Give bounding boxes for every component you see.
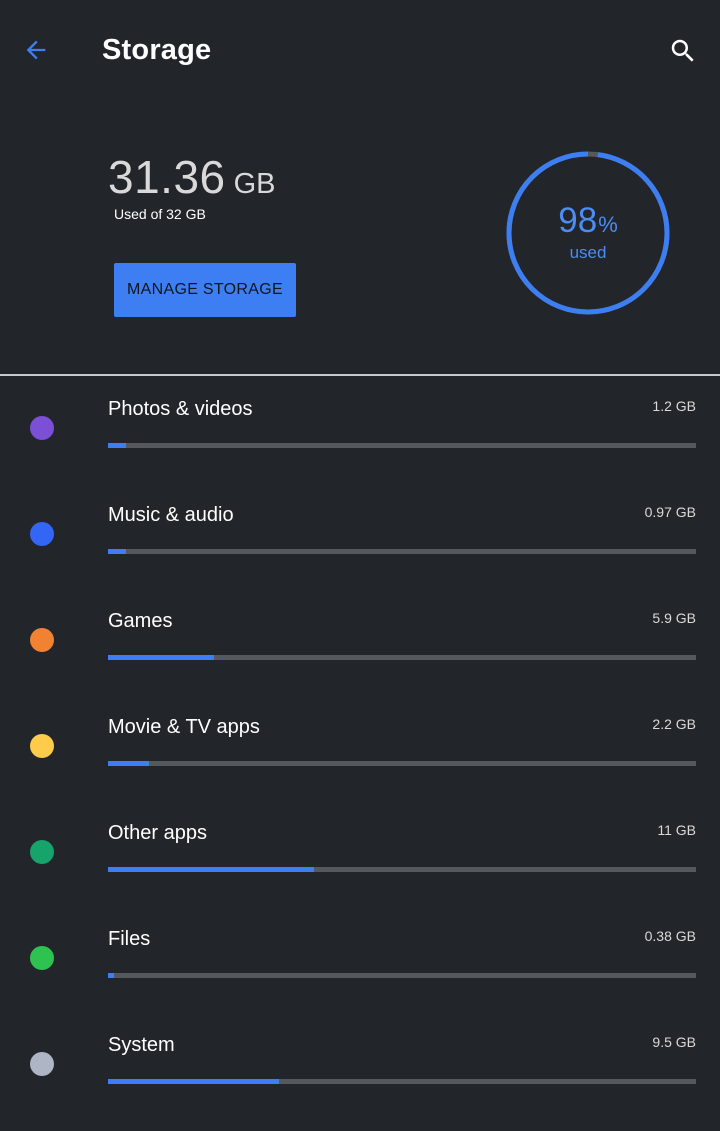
usage-percent: 98 %: [558, 201, 618, 241]
arrow-back-icon: [26, 40, 46, 60]
category-usage-bar: [108, 867, 696, 872]
category-color-dot: [30, 1052, 54, 1076]
category-usage-bar: [108, 549, 696, 554]
category-row[interactable]: System 9.5 GB: [0, 1012, 720, 1118]
category-label: Other apps: [108, 822, 207, 844]
usage-percent-sign: %: [598, 212, 618, 237]
category-usage-fill: [108, 867, 314, 872]
category-color-dot: [30, 628, 54, 652]
category-usage-bar: [108, 443, 696, 448]
usage-ring-label: 98 % used: [505, 150, 671, 316]
category-color-dot: [30, 416, 54, 440]
category-row[interactable]: Other apps 11 GB: [0, 800, 720, 906]
category-usage-fill: [108, 761, 150, 766]
category-label: Photos & videos: [108, 398, 253, 420]
top-app-bar: Storage: [0, 0, 720, 104]
used-amount-value: 31.36: [108, 151, 226, 203]
search-button[interactable]: [658, 26, 708, 76]
category-usage-fill: [108, 1079, 279, 1084]
back-button[interactable]: [12, 26, 60, 74]
category-usage-fill: [108, 549, 126, 554]
category-row[interactable]: Files 0.38 GB: [0, 906, 720, 1012]
usage-ring: 98 % used: [505, 150, 671, 316]
category-color-dot: [30, 946, 54, 970]
category-size: 0.38 GB: [644, 928, 696, 944]
category-size: 9.5 GB: [652, 1034, 696, 1050]
category-color-dot: [30, 734, 54, 758]
page-title: Storage: [102, 34, 212, 66]
category-label: System: [108, 1034, 175, 1056]
used-amount-unit: GB: [233, 168, 276, 200]
manage-storage-button[interactable]: MANAGE STORAGE: [114, 263, 296, 317]
usage-percent-value: 98: [558, 201, 598, 240]
category-row[interactable]: Music & audio 0.97 GB: [0, 482, 720, 588]
category-usage-bar: [108, 655, 696, 660]
storage-summary: 31.36 GB Used of 32 GB MANAGE STORAGE 98…: [0, 104, 720, 374]
category-color-dot: [30, 840, 54, 864]
category-size: 1.2 GB: [652, 398, 696, 414]
category-row[interactable]: Movie & TV apps 2.2 GB: [0, 694, 720, 800]
used-of-total: Used of 32 GB: [114, 206, 206, 222]
category-color-dot: [30, 522, 54, 546]
category-row[interactable]: Photos & videos 1.2 GB: [0, 376, 720, 482]
category-usage-fill: [108, 443, 126, 448]
category-usage-bar: [108, 761, 696, 766]
category-label: Movie & TV apps: [108, 716, 260, 738]
usage-percent-label: used: [569, 243, 607, 262]
category-label: Files: [108, 928, 151, 950]
category-row[interactable]: Games 5.9 GB: [0, 588, 720, 694]
storage-screen: Storage 31.36 GB Used of 32 GB MANAGE ST…: [0, 0, 720, 1131]
category-label: Music & audio: [108, 504, 234, 526]
category-size: 0.97 GB: [644, 504, 696, 520]
search-icon: [671, 39, 694, 62]
category-usage-fill: [108, 973, 114, 978]
category-size: 5.9 GB: [652, 610, 696, 626]
category-usage-bar: [108, 973, 696, 978]
category-usage-fill: [108, 655, 214, 660]
used-amount: 31.36 GB: [108, 150, 276, 204]
category-size: 11 GB: [657, 822, 696, 838]
category-size: 2.2 GB: [652, 716, 696, 732]
category-list: Photos & videos 1.2 GB Music & audio 0.9…: [0, 376, 720, 1118]
category-label: Games: [108, 610, 173, 632]
category-usage-bar: [108, 1079, 696, 1084]
